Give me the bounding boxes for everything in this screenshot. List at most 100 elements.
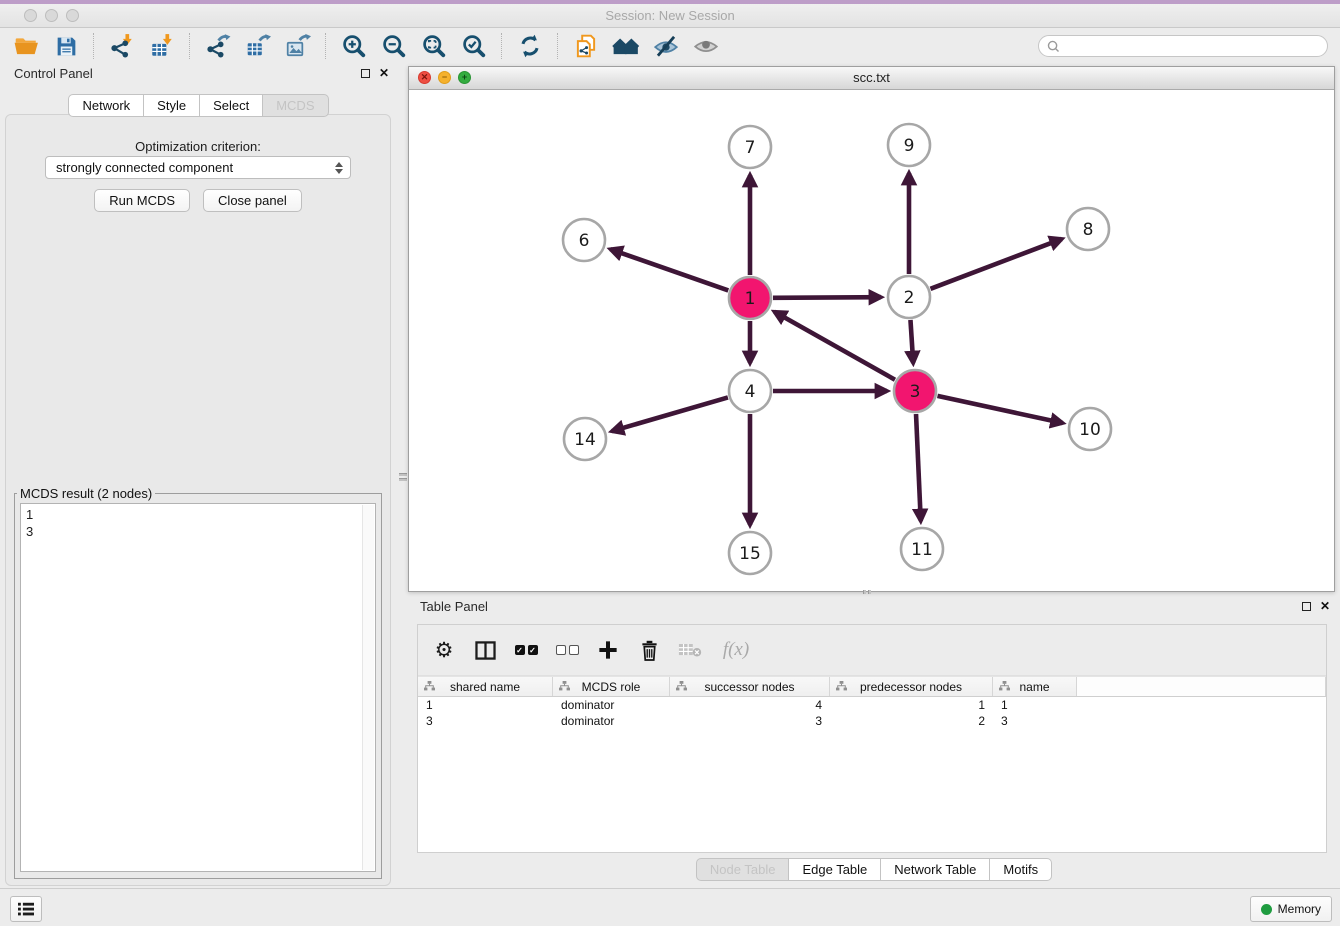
graph-edge-1-2[interactable]	[773, 297, 881, 298]
table-cell[interactable]: 2	[830, 713, 993, 729]
graph-node-label-4: 4	[745, 382, 756, 402]
gear-icon: ⚙	[435, 639, 454, 661]
column-header-shared-name[interactable]: shared name	[418, 677, 553, 696]
vertical-splitter-handle[interactable]	[399, 470, 407, 484]
select-all-button[interactable]: ✓✓	[514, 638, 538, 662]
graph-edge-3-11[interactable]	[916, 414, 921, 521]
zoom-selected-button[interactable]	[454, 31, 494, 61]
network-graph[interactable]: 1234678910111415	[409, 89, 1334, 591]
zoom-out-button[interactable]	[374, 31, 414, 61]
duplicate-network-button[interactable]	[566, 31, 606, 61]
graph-edge-2-8[interactable]	[931, 239, 1062, 289]
column-header-successor-nodes[interactable]: successor nodes	[670, 677, 830, 696]
table-panel: Table Panel ✕ ⚙ ✓✓ f(x) shared name MCDS …	[408, 597, 1340, 888]
search-input[interactable]	[1065, 38, 1319, 54]
import-network-button[interactable]	[102, 31, 142, 61]
graph-node-label-7: 7	[745, 138, 756, 158]
table-header-row: shared name MCDS rolesuccessor nodesprede…	[418, 676, 1326, 697]
mcds-result-line: 1	[26, 506, 375, 523]
table-row[interactable]: 1dominator411	[418, 697, 1326, 713]
export-network-icon	[205, 33, 231, 59]
show-all-button[interactable]	[686, 31, 726, 61]
close-table-panel-icon[interactable]: ✕	[1320, 601, 1330, 612]
column-header-MCDS-role[interactable]: MCDS role	[553, 677, 670, 696]
graph-edge-3-1[interactable]	[774, 312, 895, 380]
table-cell[interactable]: 1	[418, 697, 553, 713]
export-image-button[interactable]	[278, 31, 318, 61]
run-mcds-button[interactable]: Run MCDS	[94, 189, 190, 212]
network-window-titlebar[interactable]: ✕ − + scc.txt	[409, 67, 1334, 90]
tab-select[interactable]: Select	[200, 94, 263, 117]
table-cell[interactable]: dominator	[553, 713, 670, 729]
delete-table-button[interactable]	[678, 638, 702, 662]
graph-edge-3-10[interactable]	[937, 396, 1062, 423]
tab-mcds[interactable]: MCDS	[263, 94, 328, 117]
split-view-button[interactable]	[473, 638, 497, 662]
graph-edge-2-3[interactable]	[910, 320, 913, 363]
delete-column-button[interactable]	[637, 638, 661, 662]
save-session-button[interactable]	[46, 31, 86, 61]
task-history-button[interactable]	[10, 896, 42, 922]
table-cell[interactable]: 1	[830, 697, 993, 713]
graph-edge-1-6[interactable]	[610, 249, 728, 290]
deselect-all-button[interactable]	[555, 638, 579, 662]
network-canvas[interactable]: 1234678910111415	[409, 89, 1334, 591]
graph-node-label-14: 14	[574, 430, 596, 450]
graph-edge-4-14[interactable]	[612, 397, 728, 431]
search-field[interactable]	[1038, 35, 1328, 57]
toolbar-separator	[557, 33, 559, 59]
zoom-fit-button[interactable]	[414, 31, 454, 61]
table-cell[interactable]: 3	[670, 713, 830, 729]
fx-icon: f(x)	[723, 639, 749, 661]
column-header-name[interactable]: name	[993, 677, 1077, 696]
table-tab-edge-table[interactable]: Edge Table	[789, 858, 881, 881]
export-table-icon	[245, 33, 271, 59]
close-panel-icon[interactable]: ✕	[379, 68, 389, 79]
memory-button[interactable]: Memory	[1250, 896, 1332, 922]
table-tab-node-table[interactable]: Node Table	[696, 858, 790, 881]
hide-selected-button[interactable]	[646, 31, 686, 61]
status-bar: Memory	[0, 888, 1340, 926]
close-panel-button[interactable]: Close panel	[203, 189, 302, 212]
optimization-label: Optimization criterion:	[6, 139, 390, 154]
export-network-button[interactable]	[198, 31, 238, 61]
tab-network[interactable]: Network	[68, 94, 144, 117]
criterion-dropdown[interactable]: strongly connected component	[45, 156, 351, 179]
app-titlebar: Session: New Session	[0, 4, 1340, 28]
export-table-button[interactable]	[238, 31, 278, 61]
import-table-button[interactable]	[142, 31, 182, 61]
add-column-button[interactable]	[596, 638, 620, 662]
graph-node-label-9: 9	[904, 136, 915, 156]
table-tab-motifs[interactable]: Motifs	[990, 858, 1052, 881]
result-scrollbar[interactable]	[362, 505, 374, 870]
open-session-button[interactable]	[6, 31, 46, 61]
table-cell[interactable]: 3	[993, 713, 1077, 729]
table-cell[interactable]: 3	[418, 713, 553, 729]
table-settings-button[interactable]: ⚙	[432, 638, 456, 662]
refresh-layout-button[interactable]	[510, 31, 550, 61]
column-header-filler	[1077, 677, 1326, 696]
table-row[interactable]: 3dominator323	[418, 713, 1326, 729]
zoom-in-button[interactable]	[334, 31, 374, 61]
table-body: 1dominator4113dominator323	[418, 697, 1326, 729]
table-panel-title: Table Panel	[420, 599, 488, 614]
horizontal-splitter-handle[interactable]	[860, 589, 874, 595]
plus-icon	[598, 640, 618, 660]
tab-style[interactable]: Style	[144, 94, 200, 117]
zoom-in-icon	[341, 33, 368, 60]
toolbar-separator	[93, 33, 95, 59]
table-cell[interactable]: 4	[670, 697, 830, 713]
graph-node-label-6: 6	[579, 231, 590, 251]
function-builder-button[interactable]: f(x)	[719, 638, 753, 662]
graph-node-label-2: 2	[904, 288, 915, 308]
float-table-panel-icon[interactable]	[1302, 602, 1311, 611]
table-tab-network-table[interactable]: Network Table	[881, 858, 990, 881]
float-panel-icon[interactable]	[361, 69, 370, 78]
table-cell[interactable]: 1	[993, 697, 1077, 713]
column-header-label: shared name	[450, 680, 520, 694]
first-neighbors-button[interactable]	[606, 31, 646, 61]
eye-icon	[692, 33, 720, 59]
mcds-result-list: 13	[20, 503, 376, 872]
table-cell[interactable]: dominator	[553, 697, 670, 713]
column-header-predecessor-nodes[interactable]: predecessor nodes	[830, 677, 993, 696]
